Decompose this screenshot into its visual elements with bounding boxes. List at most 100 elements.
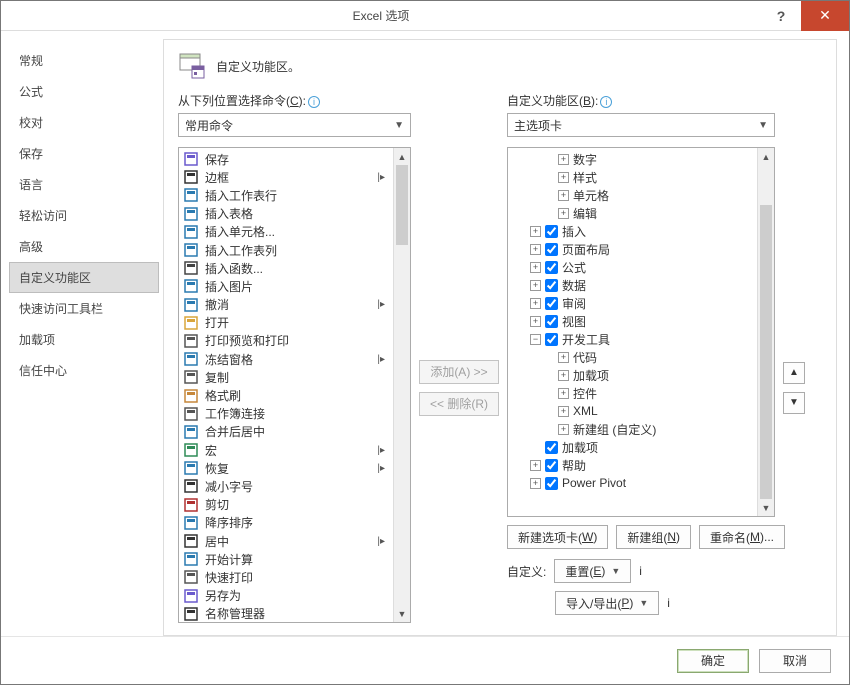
- command-item[interactable]: 冻结窗格|▸: [179, 350, 393, 368]
- tab-checkbox[interactable]: [545, 261, 558, 274]
- command-item[interactable]: 边框|▸: [179, 168, 393, 186]
- tree-item[interactable]: 样式: [508, 168, 757, 186]
- sidebar-item[interactable]: 自定义功能区: [9, 262, 159, 293]
- tree-item[interactable]: 帮助: [508, 456, 757, 474]
- command-item[interactable]: 降序排序: [179, 514, 393, 532]
- expand-icon[interactable]: [558, 208, 569, 219]
- expand-icon[interactable]: [558, 388, 569, 399]
- new-tab-button[interactable]: 新建选项卡(W): [507, 525, 608, 549]
- tree-item[interactable]: 加载项: [508, 366, 757, 384]
- sidebar-item[interactable]: 轻松访问: [9, 200, 159, 231]
- tree-item[interactable]: 页面布局: [508, 240, 757, 258]
- cancel-button[interactable]: 取消: [759, 649, 831, 673]
- remove-button[interactable]: << 删除(R): [419, 392, 499, 416]
- command-item[interactable]: 减小字号: [179, 477, 393, 495]
- sidebar-item[interactable]: 校对: [9, 107, 159, 138]
- command-item[interactable]: 开始计算: [179, 550, 393, 568]
- tree-item[interactable]: 编辑: [508, 204, 757, 222]
- ribbon-scrollbar[interactable]: ▲ ▼: [757, 148, 774, 516]
- command-item[interactable]: 合并后居中: [179, 423, 393, 441]
- command-item[interactable]: 名称管理器: [179, 605, 393, 622]
- expand-icon[interactable]: [558, 370, 569, 381]
- sidebar-item[interactable]: 常规: [9, 45, 159, 76]
- expand-icon[interactable]: [530, 460, 541, 471]
- tree-item[interactable]: 代码: [508, 348, 757, 366]
- commands-listbox[interactable]: 保存边框|▸插入工作表行插入表格插入单元格...插入工作表列插入函数...插入图…: [178, 147, 411, 623]
- tab-checkbox[interactable]: [545, 477, 558, 490]
- command-item[interactable]: 宏|▸: [179, 441, 393, 459]
- move-up-button[interactable]: ▲: [783, 362, 805, 384]
- tree-item[interactable]: 公式: [508, 258, 757, 276]
- expand-icon[interactable]: [530, 226, 541, 237]
- sidebar-item[interactable]: 快速访问工具栏: [9, 293, 159, 324]
- rename-button[interactable]: 重命名(M)...: [699, 525, 785, 549]
- tree-item[interactable]: 加载项: [508, 438, 757, 456]
- expand-icon[interactable]: [558, 190, 569, 201]
- info-icon[interactable]: i: [639, 564, 642, 578]
- command-item[interactable]: 插入函数...: [179, 259, 393, 277]
- command-item[interactable]: 保存: [179, 150, 393, 168]
- command-item[interactable]: 插入图片: [179, 277, 393, 295]
- sidebar-item[interactable]: 高级: [9, 231, 159, 262]
- tab-checkbox[interactable]: [545, 297, 558, 310]
- tab-checkbox[interactable]: [545, 279, 558, 292]
- commands-select[interactable]: 常用命令▼: [178, 113, 411, 137]
- scroll-down-icon[interactable]: ▼: [394, 605, 410, 622]
- import-export-button[interactable]: 导入/导出(P)▼: [555, 591, 659, 615]
- tree-item[interactable]: 单元格: [508, 186, 757, 204]
- ok-button[interactable]: 确定: [677, 649, 749, 673]
- command-item[interactable]: 插入表格: [179, 205, 393, 223]
- ribbon-tree[interactable]: 数字样式单元格编辑插入页面布局公式数据审阅视图开发工具代码加载项控件XML新建组…: [507, 147, 775, 517]
- tree-item[interactable]: XML: [508, 402, 757, 420]
- tree-item[interactable]: 控件: [508, 384, 757, 402]
- expand-icon[interactable]: [530, 298, 541, 309]
- expand-icon[interactable]: [530, 244, 541, 255]
- new-group-button[interactable]: 新建组(N): [616, 525, 691, 549]
- tree-item[interactable]: 新建组 (自定义): [508, 420, 757, 438]
- command-item[interactable]: 格式刷: [179, 386, 393, 404]
- command-item[interactable]: 快速打印: [179, 568, 393, 586]
- expand-icon[interactable]: [530, 334, 541, 345]
- command-item[interactable]: 插入单元格...: [179, 223, 393, 241]
- scroll-up-icon[interactable]: ▲: [758, 148, 774, 165]
- expand-icon[interactable]: [558, 406, 569, 417]
- expand-icon[interactable]: [558, 172, 569, 183]
- add-button[interactable]: 添加(A) >>: [419, 360, 499, 384]
- expand-icon[interactable]: [558, 424, 569, 435]
- command-item[interactable]: 插入工作表行: [179, 186, 393, 204]
- command-item[interactable]: 工作簿连接: [179, 405, 393, 423]
- sidebar-item[interactable]: 保存: [9, 138, 159, 169]
- help-button[interactable]: ?: [761, 1, 801, 31]
- info-icon[interactable]: i: [600, 96, 612, 108]
- tab-checkbox[interactable]: [545, 315, 558, 328]
- tab-checkbox[interactable]: [545, 225, 558, 238]
- tree-item[interactable]: Power Pivot: [508, 474, 757, 492]
- tab-checkbox[interactable]: [545, 333, 558, 346]
- info-icon[interactable]: i: [308, 96, 320, 108]
- expand-icon[interactable]: [530, 262, 541, 273]
- command-item[interactable]: 另存为: [179, 587, 393, 605]
- tab-checkbox[interactable]: [545, 459, 558, 472]
- tree-item[interactable]: 数字: [508, 150, 757, 168]
- ribbon-select[interactable]: 主选项卡▼: [507, 113, 775, 137]
- sidebar-item[interactable]: 语言: [9, 169, 159, 200]
- info-icon[interactable]: i: [667, 596, 670, 610]
- command-item[interactable]: 恢复|▸: [179, 459, 393, 477]
- expand-icon[interactable]: [530, 478, 541, 489]
- tree-item[interactable]: 数据: [508, 276, 757, 294]
- command-item[interactable]: 复制: [179, 368, 393, 386]
- expand-icon[interactable]: [530, 316, 541, 327]
- sidebar-item[interactable]: 加载项: [9, 324, 159, 355]
- command-item[interactable]: 撤消|▸: [179, 296, 393, 314]
- tree-item[interactable]: 开发工具: [508, 330, 757, 348]
- tree-item[interactable]: 插入: [508, 222, 757, 240]
- command-item[interactable]: 打开: [179, 314, 393, 332]
- sidebar-item[interactable]: 信任中心: [9, 355, 159, 386]
- reset-button[interactable]: 重置(E)▼: [554, 559, 631, 583]
- scroll-up-icon[interactable]: ▲: [394, 148, 410, 165]
- move-down-button[interactable]: ▼: [783, 392, 805, 414]
- expand-icon[interactable]: [558, 352, 569, 363]
- tab-checkbox[interactable]: [545, 441, 558, 454]
- expand-icon[interactable]: [558, 154, 569, 165]
- command-item[interactable]: 居中|▸: [179, 532, 393, 550]
